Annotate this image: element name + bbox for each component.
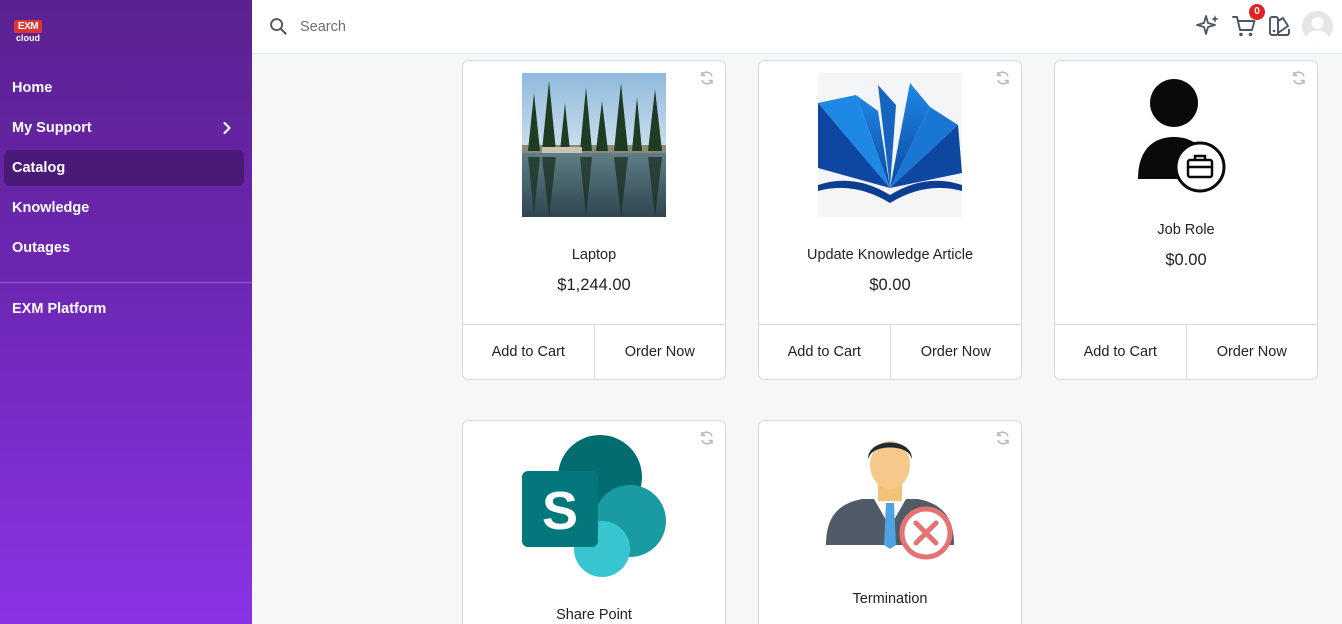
sidebar-item-knowledge[interactable]: Knowledge [4, 190, 244, 226]
employee-terminated-icon [818, 431, 962, 565]
sidebar: EXM cloud Home My Support Catalog Knowle… [0, 0, 252, 624]
catalog-card-laptop[interactable]: Laptop $1,244.00 Add to Cart Order Now [462, 60, 726, 380]
refresh-icon[interactable] [699, 430, 715, 446]
card-price: $0.00 [869, 276, 911, 294]
card-title: Job Role [1157, 222, 1215, 238]
add-to-cart-button[interactable]: Add to Cart [463, 325, 594, 379]
sidebar-divider [0, 282, 252, 283]
card-price: $0.00 [1165, 251, 1207, 269]
sidebar-item-label: My Support [12, 120, 92, 136]
catalog-card-update-knowledge-article[interactable]: Update Knowledge Article $0.00 Add to Ca… [758, 60, 1022, 380]
catalog-card-share-point[interactable]: S Share Point [462, 420, 726, 624]
sidebar-item-catalog[interactable]: Catalog [4, 150, 244, 186]
card-actions: Add to Cart Order Now [759, 324, 1021, 379]
exm-cloud-logo[interactable]: EXM cloud [14, 20, 42, 46]
sidebar-item-outages[interactable]: Outages [4, 230, 244, 266]
svg-text:S: S [542, 481, 578, 541]
sidebar-item-label: Catalog [12, 160, 66, 176]
add-to-cart-button[interactable]: Add to Cart [1055, 325, 1186, 379]
card-actions: Add to Cart Order Now [1055, 324, 1317, 379]
top-header: 0 [252, 0, 1342, 54]
sidebar-item-exm-platform[interactable]: EXM Platform [4, 291, 244, 327]
chevron-right-icon [223, 122, 231, 134]
logo-text-top: EXM [14, 20, 42, 33]
order-now-button[interactable]: Order Now [1185, 325, 1318, 379]
order-now-button[interactable]: Order Now [593, 325, 726, 379]
sidebar-item-home[interactable]: Home [4, 70, 244, 106]
order-now-button[interactable]: Order Now [889, 325, 1022, 379]
catalog-card-termination[interactable]: Termination [758, 420, 1022, 624]
sidebar-item-my-support[interactable]: My Support [4, 110, 244, 146]
user-silhouette-icon [1305, 17, 1330, 42]
card-price: $1,244.00 [557, 276, 631, 294]
add-to-cart-button[interactable]: Add to Cart [759, 325, 890, 379]
logo-text-bottom: cloud [16, 33, 40, 43]
user-avatar[interactable] [1302, 11, 1333, 42]
refresh-icon[interactable] [1291, 70, 1307, 86]
sidebar-item-label: Knowledge [12, 200, 90, 216]
palette-icon[interactable] [1267, 13, 1293, 39]
refresh-icon[interactable] [995, 430, 1011, 446]
laptop-product-image [522, 73, 666, 217]
refresh-icon[interactable] [995, 70, 1011, 86]
sidebar-item-label: Home [12, 80, 53, 96]
sparkle-icon[interactable] [1195, 13, 1221, 39]
refresh-icon[interactable] [699, 70, 715, 86]
open-book-icon [818, 73, 962, 217]
search-icon [270, 18, 287, 35]
search-input[interactable] [300, 15, 700, 39]
sidebar-item-label: Outages [12, 240, 71, 256]
card-actions: Add to Cart Order Now [463, 324, 725, 379]
sidebar-item-label: EXM Platform [12, 301, 107, 317]
user-briefcase-icon [1114, 73, 1258, 197]
card-title: Laptop [571, 247, 617, 263]
card-title: Termination [852, 591, 928, 607]
card-title: Update Knowledge Article [806, 247, 974, 263]
cart-count-badge: 0 [1249, 4, 1265, 20]
catalog-card-job-role[interactable]: Job Role $0.00 Add to Cart Order Now [1054, 60, 1318, 380]
sharepoint-logo-icon: S [522, 433, 666, 577]
card-title: Share Point [556, 607, 632, 623]
